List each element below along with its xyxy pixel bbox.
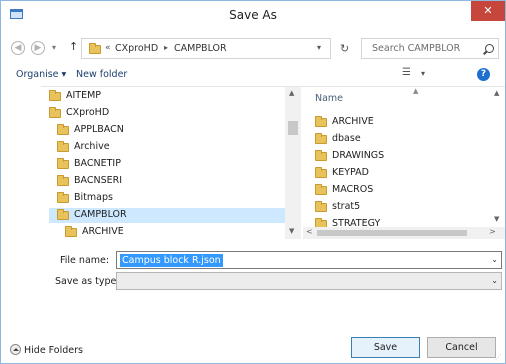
view-options-icon[interactable]: ☰ <box>402 67 411 78</box>
tree-item-bacnetip[interactable]: BACNETIP <box>57 157 285 172</box>
title-bar: Save As ✕ <box>1 1 505 29</box>
tree-item-label: BACNSERI <box>74 175 123 186</box>
scroll-down-icon[interactable]: ▼ <box>289 227 294 235</box>
tree-item-label: Bitmaps <box>74 192 113 203</box>
file-list-vertical-scrollbar[interactable]: ▲ ▼ <box>489 87 505 227</box>
scroll-left-icon[interactable]: < <box>306 227 313 236</box>
scroll-down-icon[interactable]: ▼ <box>494 215 499 223</box>
folder-icon <box>49 90 61 101</box>
save-button[interactable]: Save <box>351 337 420 358</box>
folder-icon <box>57 209 69 220</box>
command-toolbar: Organise ▾ New folder ☰ ▾ ? <box>1 63 505 85</box>
view-dropdown-icon[interactable]: ▾ <box>421 69 425 78</box>
folder-icon <box>49 107 61 118</box>
file-name-value[interactable]: Campus block R.json <box>120 254 223 267</box>
search-placeholder: Search CAMPBLOR <box>372 43 461 54</box>
folder-icon <box>65 226 77 237</box>
new-folder-button[interactable]: New folder <box>76 69 127 80</box>
sort-ascending-icon: ▲ <box>413 87 419 95</box>
file-name: MACROS <box>332 184 374 195</box>
back-button[interactable]: ◀ <box>11 41 25 55</box>
hide-folders-icon[interactable] <box>10 344 21 355</box>
scroll-thumb[interactable] <box>288 121 298 135</box>
chevron-down-icon[interactable]: ⌄ <box>491 255 498 264</box>
help-icon[interactable]: ? <box>477 68 490 81</box>
folder-icon <box>57 158 69 169</box>
folder-icon <box>315 184 327 195</box>
window-title: Save As <box>229 8 277 22</box>
folder-icon <box>57 192 69 203</box>
scroll-thumb[interactable] <box>317 230 467 236</box>
folder-icon <box>89 43 101 54</box>
search-icon[interactable] <box>485 44 494 53</box>
tree-item-campblor[interactable]: CAMPBLOR <box>49 208 285 223</box>
tree-item-archive[interactable]: Archive <box>57 140 285 155</box>
address-row: ◀ ▶ ▾ ↑ « CXproHD ▸ CAMPBLOR ▾ ↻ Search … <box>1 31 505 61</box>
folder-icon <box>57 141 69 152</box>
chevron-down-icon[interactable]: ⌄ <box>491 276 498 285</box>
folder-icon <box>315 116 327 127</box>
breadcrumb-cxprohd[interactable]: CXproHD <box>115 43 158 54</box>
file-name-field[interactable]: Campus block R.json ⌄ <box>116 251 502 269</box>
tree-item-label: Archive <box>74 141 110 152</box>
column-header-name[interactable]: Name <box>315 93 343 104</box>
forward-button[interactable]: ▶ <box>31 41 45 55</box>
address-dropdown-icon[interactable]: ▾ <box>317 43 321 52</box>
scroll-up-icon[interactable]: ▲ <box>494 89 499 97</box>
tree-item-label: AITEMP <box>66 90 102 101</box>
save-as-dialog: Save As ✕ ◀ ▶ ▾ ↑ « CXproHD ▸ CAMPBLOR ▾… <box>0 0 506 364</box>
recent-locations-dropdown[interactable]: ▾ <box>52 43 56 52</box>
organise-button[interactable]: Organise ▾ <box>16 69 66 80</box>
tree-item-label: ARCHIVE <box>82 226 124 237</box>
tree-item-bitmaps[interactable]: Bitmaps <box>57 191 285 206</box>
cancel-button[interactable]: Cancel <box>427 337 496 358</box>
tree-item-label: APPLBACN <box>74 124 124 135</box>
tree-item-aitemp[interactable]: AITEMP <box>49 89 285 104</box>
resize-grip-icon[interactable]: ⋰ <box>495 353 502 361</box>
folder-icon <box>315 133 327 144</box>
breadcrumb-separator-icon[interactable]: ▸ <box>164 43 168 52</box>
file-name: KEYPAD <box>332 167 369 178</box>
hide-folders-button[interactable]: Hide Folders <box>24 345 83 356</box>
file-name: strat5 <box>332 201 361 212</box>
breadcrumb-overflow-chevron[interactable]: « <box>105 43 111 53</box>
tree-item-label: CXproHD <box>66 107 110 118</box>
folder-icon <box>57 124 69 135</box>
breadcrumb-campblor[interactable]: CAMPBLOR <box>174 43 227 54</box>
file-name-label: File name: <box>60 255 110 266</box>
file-name: ARCHIVE <box>332 116 374 127</box>
up-one-level-button[interactable]: ↑ <box>69 40 78 53</box>
refresh-icon[interactable]: ↻ <box>340 42 349 55</box>
file-list-horizontal-scrollbar[interactable]: < > <box>303 227 505 239</box>
tree-item-applbacn[interactable]: APPLBACN <box>57 123 285 138</box>
scroll-up-icon[interactable]: ▲ <box>289 89 294 97</box>
file-name: DRAWINGS <box>332 150 385 161</box>
folder-icon <box>315 201 327 212</box>
folder-icon <box>57 175 69 186</box>
file-list: Name ▲ ARCHIVE dbase DRAWINGS KEYPAD MAC… <box>303 87 505 239</box>
tree-item-label: CAMPBLOR <box>74 209 127 220</box>
address-bar[interactable]: « CXproHD ▸ CAMPBLOR ▾ <box>81 38 331 59</box>
close-button[interactable]: ✕ <box>471 1 505 21</box>
folder-icon <box>315 167 327 178</box>
tree-item-archive-sub[interactable]: ARCHIVE <box>65 225 285 239</box>
tree-item-bacnseri[interactable]: BACNSERI <box>57 174 285 189</box>
file-name: dbase <box>332 133 361 144</box>
scroll-right-icon[interactable]: > <box>489 227 496 236</box>
save-as-type-label: Save as type: <box>55 276 120 287</box>
navigation-pane: AITEMP CXproHD APPLBACN Archive BACNETIP… <box>41 87 301 239</box>
search-input[interactable]: Search CAMPBLOR <box>361 38 499 59</box>
tree-item-label: BACNETIP <box>74 158 121 169</box>
save-as-type-select[interactable]: ⌄ <box>116 272 502 290</box>
folder-icon <box>315 150 327 161</box>
tree-item-cxprohd[interactable]: CXproHD <box>49 106 285 121</box>
navigation-scrollbar[interactable]: ▲ ▼ <box>285 87 301 239</box>
